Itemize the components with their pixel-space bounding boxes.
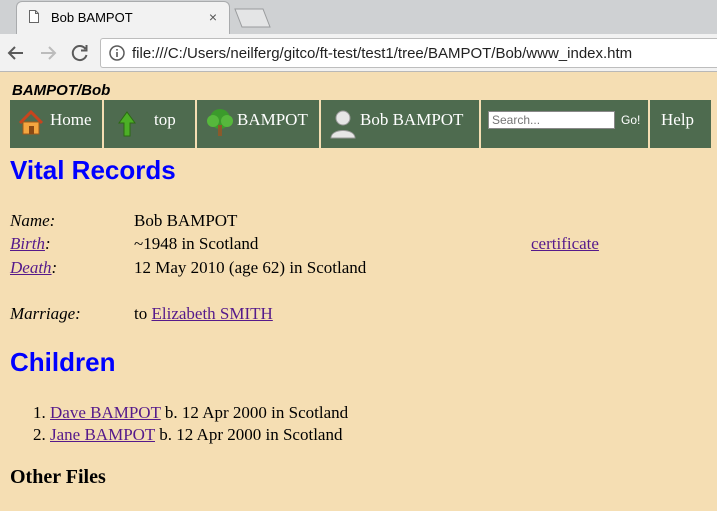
nav-help[interactable]: Help bbox=[650, 100, 711, 148]
nav-surname-label: BAMPOT bbox=[237, 110, 308, 129]
reload-icon[interactable] bbox=[70, 43, 90, 63]
browser-toolbar: file:///C:/Users/neilferg/gitco/ft-test/… bbox=[0, 34, 717, 72]
other-files-heading: Other Files bbox=[10, 466, 106, 488]
nav-person[interactable]: Bob BAMPOT bbox=[321, 100, 481, 148]
new-tab-button[interactable] bbox=[232, 8, 272, 28]
birth-link[interactable]: Birth bbox=[10, 234, 45, 253]
nav-home-label: Home bbox=[50, 110, 92, 129]
nav-home[interactable]: Home bbox=[10, 100, 104, 148]
site-navbar: Home top BAMPOT Bob BAMPOT Go! Help bbox=[10, 100, 711, 148]
browser-tab[interactable]: Bob BAMPOT × bbox=[16, 1, 230, 34]
back-arrow-icon[interactable] bbox=[6, 43, 26, 63]
birth-value: ~1948 in Scotland bbox=[134, 234, 259, 253]
forward-arrow-icon[interactable] bbox=[38, 43, 58, 63]
marriage-prefix: to bbox=[134, 304, 148, 323]
list-number: 2. bbox=[33, 425, 46, 444]
list-item: 2. Jane BAMPOT b. 12 Apr 2000 in Scotlan… bbox=[33, 425, 342, 445]
children-heading: Children bbox=[10, 347, 116, 377]
birth-label: Birth: bbox=[10, 234, 51, 253]
nav-top-label: top bbox=[154, 110, 176, 129]
go-button[interactable]: Go! bbox=[621, 113, 640, 127]
child-details: b. 12 Apr 2000 in Scotland bbox=[159, 425, 343, 444]
breadcrumb: BAMPOT/Bob bbox=[12, 82, 111, 99]
death-value: 12 May 2010 (age 62) in Scotland bbox=[134, 258, 367, 277]
death-link[interactable]: Death bbox=[10, 258, 52, 277]
url-text[interactable]: file:///C:/Users/neilferg/gitco/ft-test/… bbox=[132, 45, 632, 62]
child-link-dave[interactable]: Dave BAMPOT bbox=[50, 403, 161, 422]
tab-title: Bob BAMPOT bbox=[51, 10, 133, 25]
nav-surname[interactable]: BAMPOT bbox=[197, 100, 321, 148]
name-label: Name: bbox=[10, 211, 56, 230]
nav-top[interactable]: top bbox=[104, 100, 197, 148]
child-details: b. 12 Apr 2000 in Scotland bbox=[164, 403, 349, 422]
list-item: 1. Dave BAMPOT b. 12 Apr 2000 in Scotlan… bbox=[33, 403, 348, 423]
file-icon bbox=[29, 10, 39, 23]
list-number: 1. bbox=[33, 403, 46, 422]
spouse-link[interactable]: Elizabeth SMITH bbox=[151, 304, 272, 323]
name-value: Bob BAMPOT bbox=[134, 211, 238, 230]
up-arrow-icon bbox=[118, 111, 136, 137]
close-tab-icon[interactable]: × bbox=[209, 9, 217, 25]
address-bar[interactable]: file:///C:/Users/neilferg/gitco/ft-test/… bbox=[100, 38, 717, 68]
search-area: Go! bbox=[481, 100, 650, 148]
search-input[interactable] bbox=[488, 111, 615, 129]
info-icon[interactable] bbox=[109, 45, 125, 61]
person-icon bbox=[330, 110, 356, 139]
child-link-jane[interactable]: Jane BAMPOT bbox=[50, 425, 155, 444]
certificate-link[interactable]: certificate bbox=[531, 234, 599, 254]
nav-help-label: Help bbox=[661, 110, 695, 129]
death-label: Death: bbox=[10, 258, 58, 277]
marriage-label: Marriage: bbox=[10, 304, 81, 323]
marriage-value: to Elizabeth SMITH bbox=[134, 304, 273, 324]
nav-person-label: Bob BAMPOT bbox=[360, 110, 464, 129]
vital-records-heading: Vital Records bbox=[10, 155, 176, 185]
browser-tab-strip: Bob BAMPOT × bbox=[0, 0, 717, 34]
house-icon bbox=[18, 109, 44, 135]
tree-icon bbox=[207, 109, 233, 136]
